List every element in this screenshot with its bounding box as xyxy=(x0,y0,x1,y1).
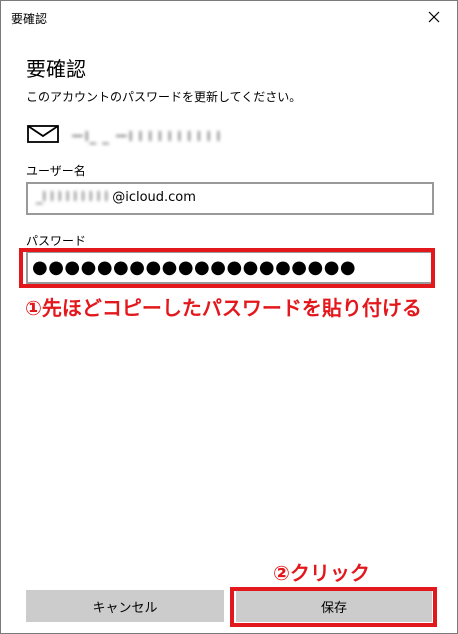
username-field[interactable]: _l l l l l l l l l @icloud.com xyxy=(26,182,434,215)
username-label: ユーザー名 xyxy=(26,164,86,178)
highlight-frame-password xyxy=(19,248,435,288)
close-button[interactable] xyxy=(411,1,457,33)
password-update-dialog: 要確認 要確認 このアカウントのパスワードを更新してください。 ーl_ _ ーl… xyxy=(0,0,458,634)
highlight-frame-save xyxy=(230,587,437,627)
username-obscured-part: _l l l l l l l l l xyxy=(36,190,113,205)
username-domain: @icloud.com xyxy=(112,190,196,205)
mail-envelope-icon xyxy=(27,125,59,143)
annotation-step2: ②クリック xyxy=(273,561,370,585)
account-email: ーl_ _ ーl l l l l l l l l l xyxy=(71,130,222,145)
window-title: 要確認 xyxy=(11,12,48,26)
title-bar: 要確認 xyxy=(1,1,457,33)
dialog-heading: 要確認 xyxy=(26,57,86,81)
annotation-step1: ①先ほどコピーしたパスワードを貼り付ける xyxy=(25,296,422,320)
username-value: _l l l l l l l l l @icloud.com xyxy=(36,190,196,205)
close-icon[interactable] xyxy=(428,11,440,23)
instruction-text: このアカウントのパスワードを更新してください。 xyxy=(26,90,302,104)
cancel-button[interactable]: キャンセル xyxy=(26,590,224,622)
password-label: パスワード xyxy=(26,234,87,248)
